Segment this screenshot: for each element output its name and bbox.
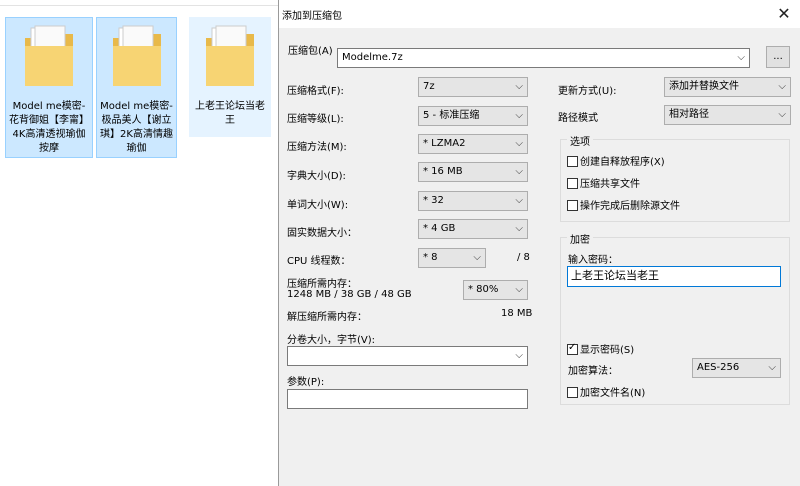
word-select[interactable]: * 32 ⌵ [418,191,528,211]
shared-checkbox[interactable]: 压缩共享文件 [567,175,640,190]
chevron-down-icon: ⌵ [515,350,523,361]
level-label: 压缩等级(L): [287,114,344,125]
folder-icon [112,25,161,86]
format-label: 压缩格式(F): [287,86,344,97]
format-value: 7z [423,81,435,92]
encryption-title: 加密 [567,231,593,246]
path-label: 路径模式 [558,113,598,124]
path-select[interactable]: 相对路径 ⌵ [664,105,791,125]
chevron-down-icon: ⌵ [768,362,776,373]
chevron-down-icon: ⌵ [778,81,786,92]
folder-name: Model me模密-极品美人【谢立琪】2K高清情趣瑜伽 [100,101,173,154]
format-select[interactable]: 7z ⌵ [418,77,528,97]
folder-icon [206,25,254,86]
algo-value: AES-256 [697,362,740,373]
params-label: 参数(P): [287,377,325,388]
word-label: 单词大小(W): [287,200,349,211]
chevron-down-icon: ⌵ [515,195,523,206]
chevron-down-icon: ⌵ [515,138,523,149]
sfx-label: 创建自释放程序(X) [580,157,665,168]
word-value: * 32 [423,195,444,206]
chevron-down-icon: ⌵ [778,109,786,120]
checkbox-box [567,342,578,355]
encrypt-names-checkbox[interactable]: 加密文件名(N) [567,384,645,399]
method-select[interactable]: * LZMA2 ⌵ [418,134,528,154]
dict-select[interactable]: * 16 MB ⌵ [418,162,528,182]
algo-select[interactable]: AES-256 ⌵ [692,358,781,378]
folder-item[interactable]: 上老王论坛当老王 [189,17,271,137]
threads-value: * 8 [423,252,438,263]
level-value: 5 - 标准压缩 [423,110,480,121]
update-value: 添加并替换文件 [669,81,739,92]
sfx-checkbox[interactable]: 创建自释放程序(X) [567,153,665,168]
close-button[interactable]: ✕ [767,0,800,28]
delete-checkbox[interactable]: 操作完成后删除源文件 [567,197,680,212]
explorer-window: Model me模密-花背御姐【李甯】4K高清透视瑜伽按摩 Model me模密… [0,0,280,486]
options-title: 选项 [567,133,593,148]
solid-label: 固实数据大小： [287,228,357,239]
method-value: * LZMA2 [423,138,466,149]
chevron-down-icon: ⌵ [737,52,745,63]
add-to-archive-dialog: 添加到压缩包 ✕ 压缩包(A) Modelme.7z ⌵ ... 压缩格式(F)… [278,0,800,486]
archive-path-combo[interactable]: Modelme.7z ⌵ [337,48,750,68]
update-label: 更新方式(U): [558,86,617,97]
chevron-down-icon: ⌵ [515,110,523,121]
explorer-topbar [0,0,280,6]
close-icon: ✕ [777,4,791,23]
params-input[interactable] [287,389,528,409]
chevron-down-icon: ⌵ [473,252,481,263]
password-label: 输入密码： [568,255,618,266]
decomp-value: 18 MB [501,308,533,319]
mem-percent-select[interactable]: * 80% ⌵ [463,280,528,300]
level-select[interactable]: 5 - 标准压缩 ⌵ [418,106,528,126]
checkbox-box [567,200,578,211]
folder-name: Model me模密-花背御姐【李甯】4K高清透视瑜伽按摩 [9,101,89,154]
chevron-down-icon: ⌵ [515,166,523,177]
chevron-down-icon: ⌵ [515,81,523,92]
title-bar: 添加到压缩包 ✕ [279,0,800,28]
solid-value: * 4 GB [423,223,456,234]
chevron-down-icon: ⌵ [515,284,523,295]
chevron-down-icon: ⌵ [515,223,523,234]
method-label: 压缩方法(M): [287,142,347,153]
shared-label: 压缩共享文件 [580,179,640,190]
dict-value: * 16 MB [423,166,463,177]
update-select[interactable]: 添加并替换文件 ⌵ [664,77,791,97]
delete-label: 操作完成后删除源文件 [580,201,680,212]
encryption-group: 加密 输入密码： 上老王论坛当老王 显示密码(S) 加密算法： AES-256 … [560,231,790,405]
split-label: 分卷大小，字节(V): [287,335,376,346]
solid-select[interactable]: * 4 GB ⌵ [418,219,528,239]
checkbox-box [567,156,578,167]
decomp-label: 解压缩所需内存： [287,312,367,323]
password-input[interactable]: 上老王论坛当老王 [567,266,781,287]
show-password-label: 显示密码(S) [580,345,635,356]
dict-label: 字典大小(D): [287,171,346,182]
folder-name: 上老王论坛当老王 [195,101,265,126]
options-group: 选项 创建自释放程序(X) 压缩共享文件 操作完成后删除源文件 [560,133,790,222]
folder-item[interactable]: Model me模密-极品美人【谢立琪】2K高清情趣瑜伽 [96,17,177,158]
browse-button[interactable]: ... [766,46,790,68]
archive-path-value: Modelme.7z [342,52,403,63]
encrypt-names-label: 加密文件名(N) [580,388,646,399]
mem-value: 1248 MB / 38 GB / 48 GB [287,289,412,300]
dialog-title: 添加到压缩包 [282,11,342,22]
show-password-checkbox[interactable]: 显示密码(S) [567,341,634,356]
mem-percent-value: * 80% [468,284,499,295]
threads-total: / 8 [517,252,530,263]
path-value: 相对路径 [669,109,709,120]
algo-label: 加密算法： [568,366,618,377]
split-combo[interactable]: ⌵ [287,346,528,366]
threads-label: CPU 线程数： [287,256,351,267]
mem-label: 压缩所需内存： [287,279,357,290]
folder-item[interactable]: Model me模密-花背御姐【李甯】4K高清透视瑜伽按摩 [5,17,93,158]
archive-label: 压缩包(A) [288,46,333,57]
folder-icon [25,25,73,86]
threads-select[interactable]: * 8 ⌵ [418,248,486,268]
checkbox-box [567,387,578,398]
checkbox-box [567,178,578,189]
